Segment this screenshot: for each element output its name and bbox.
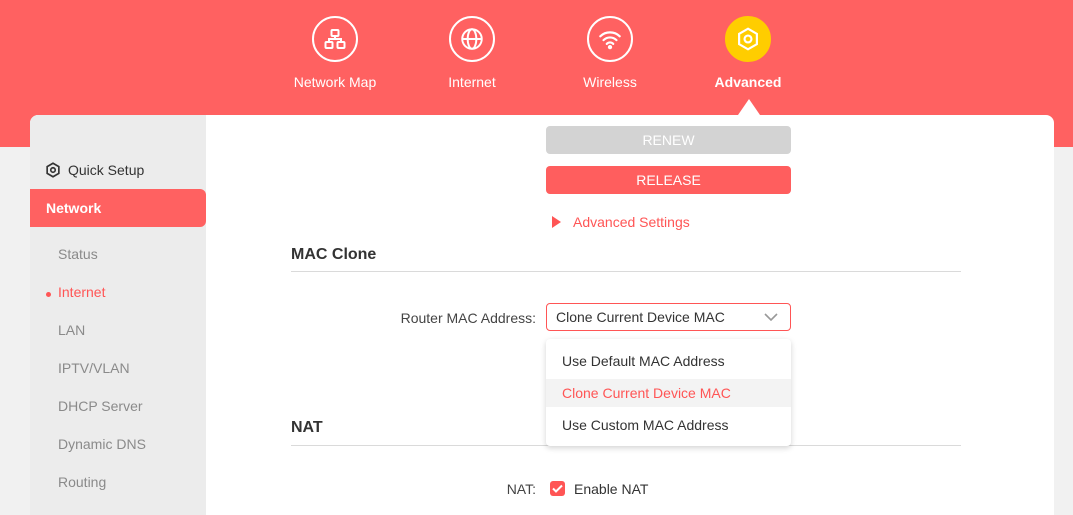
sidebar-item-iptv-vlan[interactable]: IPTV/VLAN	[58, 360, 130, 376]
sidebar-item-dynamic-dns[interactable]: Dynamic DNS	[58, 436, 146, 452]
content-panel: Quick Setup Network Status Internet LAN …	[30, 115, 1054, 515]
advanced-settings-label: Advanced Settings	[573, 214, 690, 230]
sidebar-item-lan[interactable]: LAN	[58, 322, 85, 338]
release-button[interactable]: RELEASE	[546, 166, 791, 194]
network-map-icon	[312, 16, 358, 62]
active-indicator-dot	[46, 292, 51, 297]
option-default-mac[interactable]: Use Default MAC Address	[546, 347, 791, 375]
mac-options-dropdown: Use Default MAC Address Clone Current De…	[546, 339, 791, 446]
router-mac-label: Router MAC Address:	[400, 310, 536, 326]
chevron-down-icon	[764, 313, 778, 321]
nav-wireless[interactable]: Wireless	[550, 16, 670, 90]
nav-network-map[interactable]: Network Map	[275, 16, 395, 90]
enable-nat-label: Enable NAT	[574, 481, 649, 497]
checkmark-icon	[552, 484, 563, 493]
router-mac-select[interactable]: Clone Current Device MAC	[546, 303, 791, 331]
section-divider	[291, 271, 961, 272]
sidebar-item-internet[interactable]: Internet	[58, 284, 105, 300]
nat-label: NAT:	[506, 481, 536, 497]
sidebar-item-status[interactable]: Status	[58, 246, 98, 262]
globe-icon	[449, 16, 495, 62]
sidebar-item-routing[interactable]: Routing	[58, 474, 106, 490]
option-custom-mac[interactable]: Use Custom MAC Address	[546, 411, 791, 439]
sidebar-item-quick-setup[interactable]: Quick Setup	[44, 161, 144, 179]
nat-title: NAT	[291, 419, 323, 436]
sidebar-item-network[interactable]: Network	[30, 189, 206, 227]
enable-nat-checkbox[interactable]	[550, 481, 565, 496]
nav-internet[interactable]: Internet	[412, 16, 532, 90]
nav-label: Wireless	[583, 74, 637, 90]
advanced-settings-toggle[interactable]: Advanced Settings	[552, 214, 690, 230]
active-nav-caret	[738, 99, 760, 115]
nav-advanced[interactable]: Advanced	[688, 16, 808, 90]
expand-triangle-icon	[552, 216, 561, 228]
select-value: Clone Current Device MAC	[556, 309, 725, 325]
sidebar-item-label: Quick Setup	[68, 162, 145, 178]
renew-button[interactable]: RENEW	[546, 126, 791, 154]
sidebar-item-dhcp-server[interactable]: DHCP Server	[58, 398, 143, 414]
nav-label: Internet	[448, 74, 496, 90]
nav-label: Advanced	[714, 74, 782, 90]
option-clone-current-mac[interactable]: Clone Current Device MAC	[546, 379, 791, 407]
nav-label: Network Map	[293, 74, 377, 90]
gear-icon	[725, 16, 771, 62]
quick-setup-gear-icon	[46, 162, 60, 178]
mac-clone-title: MAC Clone	[291, 246, 377, 263]
wifi-icon	[587, 16, 633, 62]
sidebar: Quick Setup Network Status Internet LAN …	[30, 115, 206, 515]
